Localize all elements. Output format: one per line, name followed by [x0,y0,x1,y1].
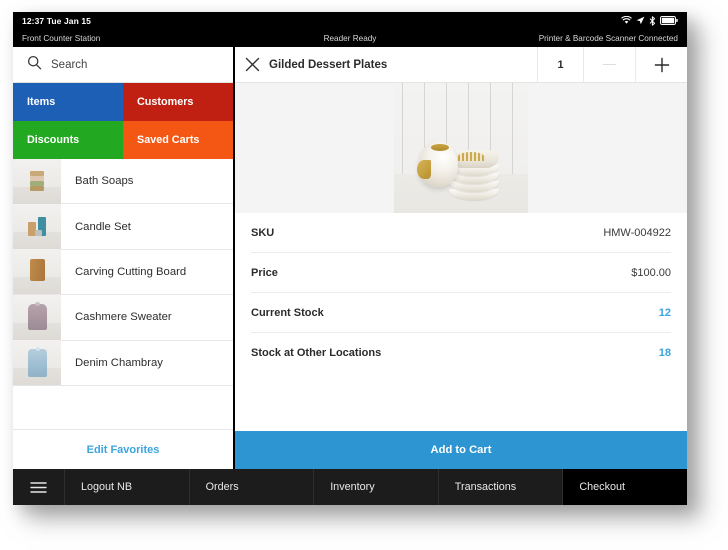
nav-item-label: Orders [205,481,239,493]
table-row: Stock at Other Locations 18 [251,333,671,373]
bottom-navigation: Logout NB Orders Inventory Transactions … [13,469,687,505]
tile-discounts-label: Discounts [27,134,80,146]
tile-saved-carts-label: Saved Carts [137,134,200,146]
station-info-bar: Front Counter Station Reader Ready Print… [13,29,687,47]
detail-label: Current Stock [251,306,324,319]
minus-icon [603,63,616,66]
bluetooth-icon [649,15,656,26]
detail-label: Stock at Other Locations [251,347,382,359]
close-icon[interactable] [235,57,269,72]
battery-icon [660,16,678,25]
product-thumbnail-cutting-board [13,249,61,295]
nav-item-logout[interactable]: Logout NB [65,469,190,505]
status-bar-icons [621,15,678,26]
hamburger-menu-icon[interactable] [13,469,65,505]
quick-action-tiles: Items Customers Discounts Saved Carts [13,83,233,159]
item-detail-header: Gilded Dessert Plates 1 [235,47,687,83]
add-to-cart-label: Add to Cart [430,444,492,456]
tile-saved-carts[interactable]: Saved Carts [123,121,233,159]
tile-items-label: Items [27,96,56,108]
quantity-value: 1 [537,47,583,82]
product-thumbnail-cashmere-sweater [13,294,61,340]
product-thumbnail-denim-chambray [13,340,61,386]
detail-value: $100.00 [631,266,671,279]
detail-value[interactable]: 12 [659,307,671,319]
list-item-label: Carving Cutting Board [75,265,187,278]
item-detail-rows: SKU HMW-004922 Price $100.00 Current Sto… [235,213,687,431]
detail-label: Price [251,266,278,279]
tile-items[interactable]: Items [13,83,123,121]
nav-item-checkout[interactable]: Checkout [563,469,687,505]
nav-item-transactions[interactable]: Transactions [439,469,564,505]
list-item[interactable]: Candle Set [13,204,233,250]
item-detail-panel: Gilded Dessert Plates 1 SKU HMW-004922 P… [235,47,687,469]
search-icon [27,55,42,75]
search-input[interactable]: Search [13,47,233,83]
favorites-list: Bath Soaps Candle Set Carving Cutting Bo… [13,159,233,429]
location-arrow-icon [636,16,645,25]
list-item[interactable]: Denim Chambray [13,340,233,386]
list-item-label: Cashmere Sweater [75,311,172,324]
search-placeholder: Search [51,58,88,71]
tile-discounts[interactable]: Discounts [13,121,123,159]
list-item-label: Candle Set [75,220,131,233]
nav-item-label: Transactions [454,481,517,493]
product-image [235,83,687,213]
item-title: Gilded Dessert Plates [269,58,388,71]
product-photo [394,83,528,213]
list-item[interactable]: Bath Soaps [13,159,233,205]
detail-label: SKU [251,226,275,239]
quantity-decrease-button[interactable] [583,47,635,82]
detail-value: HMW-004922 [603,226,671,239]
edit-favorites-button[interactable]: Edit Favorites [13,429,233,469]
left-panel: Search Items Customers Discounts Saved C… [13,47,235,469]
table-row: Current Stock 12 [251,293,671,333]
nav-item-label: Checkout [579,481,625,493]
nav-item-orders[interactable]: Orders [190,469,315,505]
nav-item-inventory[interactable]: Inventory [314,469,439,505]
list-item[interactable]: Carving Cutting Board [13,249,233,296]
tablet-screen: 12:37 Tue Jan 15 Front Counter Station R… [13,12,687,505]
table-row: SKU HMW-004922 [251,213,671,253]
list-item-label: Denim Chambray [75,356,163,369]
nav-item-label: Inventory [330,481,375,493]
detail-value[interactable]: 18 [659,347,671,359]
edit-favorites-label: Edit Favorites [86,443,160,456]
tile-customers[interactable]: Customers [123,83,233,121]
list-item-label: Bath Soaps [75,175,134,188]
nav-item-label: Logout NB [81,481,133,493]
list-item[interactable]: Cashmere Sweater [13,294,233,341]
plus-icon [654,57,670,73]
product-thumbnail-candle-set [13,204,61,250]
tile-customers-label: Customers [137,96,194,108]
add-to-cart-button[interactable]: Add to Cart [235,431,687,469]
quantity-increase-button[interactable] [635,47,687,82]
product-thumbnail-bath-soaps [13,159,61,204]
status-bar: 12:37 Tue Jan 15 [13,12,687,29]
tablet-device-frame: 12:37 Tue Jan 15 Front Counter Station R… [13,12,687,505]
wifi-icon [621,16,632,25]
main-content: Search Items Customers Discounts Saved C… [13,47,687,469]
table-row: Price $100.00 [251,253,671,293]
peripheral-status: Printer & Barcode Scanner Connected [538,33,678,43]
status-time: 12:37 Tue Jan 15 [22,15,92,26]
